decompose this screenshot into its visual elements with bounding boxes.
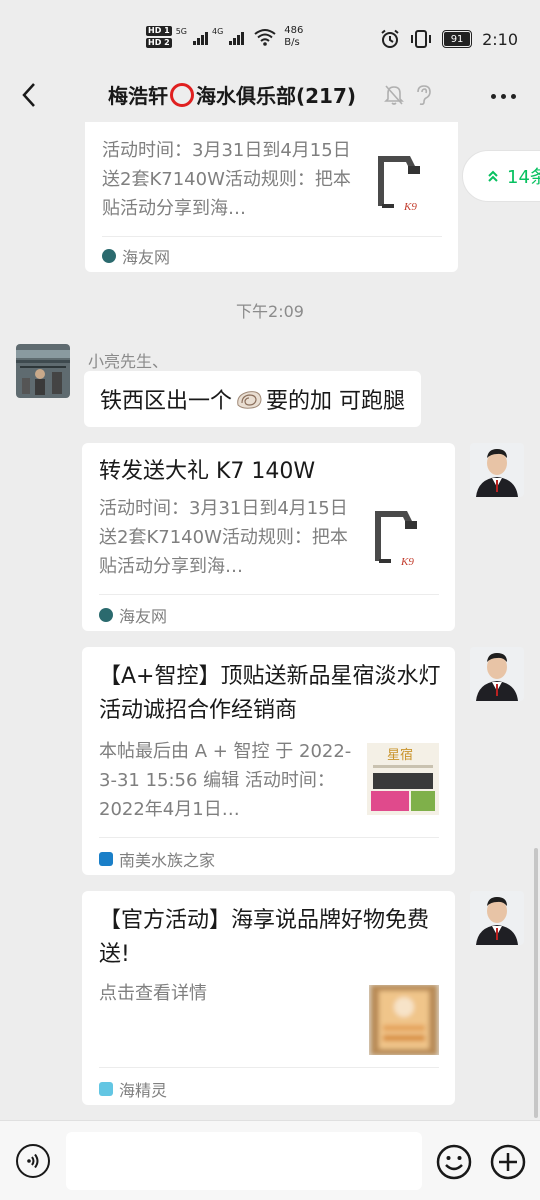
ear-icon bbox=[417, 85, 431, 106]
mute-bell-icon bbox=[384, 85, 404, 105]
link-card-divider bbox=[99, 1067, 439, 1068]
network-speed: 486 B/s bbox=[284, 25, 303, 49]
link-card-source: 海友网 bbox=[102, 244, 170, 268]
blurred-promo-image bbox=[369, 985, 439, 1055]
man-in-suit-avatar-image bbox=[470, 443, 524, 497]
gym-avatar-image bbox=[16, 344, 70, 398]
unread-messages-pill[interactable]: 14条 bbox=[462, 150, 540, 202]
status-bar: HD 1 HD 2 5G 4G 486 B/s 91 2:10 bbox=[0, 0, 540, 68]
haijingling-logo-icon bbox=[99, 1082, 113, 1096]
spiral-shell-emoji-icon bbox=[237, 391, 262, 409]
hd-indicators: HD 1 HD 2 bbox=[146, 26, 172, 48]
aquarium-light-image: K9 bbox=[367, 499, 439, 571]
chat-title-part1: 梅浩轩 bbox=[108, 84, 168, 108]
text-message-part1: 铁西区出一个 bbox=[100, 389, 233, 414]
link-card-source: 海友网 bbox=[99, 603, 167, 627]
link-card-divider bbox=[99, 837, 439, 838]
nanmei-logo-icon bbox=[99, 852, 113, 866]
haiyou-logo-icon bbox=[99, 608, 113, 622]
link-card-source-label: 海精灵 bbox=[119, 1081, 168, 1100]
link-card-desc: 活动时间：3月31日到4月15日送2套K7140W活动规则：把本贴活动分享到海… bbox=[99, 498, 348, 577]
plus-icon bbox=[490, 1144, 526, 1180]
link-card-desc: 本帖最后由 A + 智控 于 2022-3-31 15:56 编辑 活动时间：2… bbox=[99, 741, 352, 820]
haiyou-logo-icon bbox=[102, 249, 116, 263]
link-card-thumbnail: 星宿 bbox=[367, 743, 439, 815]
more-dot bbox=[510, 93, 516, 99]
svg-text:K9: K9 bbox=[400, 556, 414, 568]
link-card-thumbnail: K9 bbox=[367, 499, 439, 571]
link-card-0[interactable]: 活动时间：3月31日到4月15日送2套K7140W活动规则：把本贴活动分享到海…… bbox=[85, 122, 458, 272]
wifi-icon bbox=[254, 29, 276, 46]
message-text-input[interactable] bbox=[66, 1132, 422, 1190]
self-avatar[interactable] bbox=[470, 647, 524, 701]
link-card-3[interactable]: 【官方活动】海享说品牌好物免费送! 点击查看详情 海精灵 bbox=[82, 891, 455, 1105]
battery-level: 91 bbox=[444, 32, 471, 46]
more-button[interactable] bbox=[488, 82, 518, 110]
man-in-suit-avatar-image bbox=[470, 891, 524, 945]
self-avatar[interactable] bbox=[470, 891, 524, 945]
link-card-desc: 点击查看详情 bbox=[99, 983, 207, 1004]
header-status-icons bbox=[384, 84, 432, 106]
text-message-part2: 要的加 可跑腿 bbox=[266, 389, 406, 414]
emoji-icon bbox=[436, 1144, 472, 1180]
alarm-icon bbox=[381, 29, 399, 48]
message-input-bar bbox=[0, 1120, 540, 1200]
back-button[interactable] bbox=[16, 80, 42, 110]
battery-icon: 91 bbox=[442, 30, 473, 48]
network-5g-label: 5G bbox=[175, 27, 187, 36]
thumb-text: 星宿 bbox=[387, 747, 413, 763]
link-card-source-label: 海友网 bbox=[119, 607, 168, 626]
link-card-thumbnail: K9 bbox=[370, 144, 442, 216]
sender-name: 小亮先生、 bbox=[88, 352, 169, 371]
chat-title[interactable]: 梅浩轩 海水俱乐部(217) bbox=[108, 80, 356, 109]
hd1-badge: HD 1 bbox=[146, 26, 172, 36]
signal-icon bbox=[192, 29, 208, 45]
chat-message-list[interactable]: 活动时间：3月31日到4月15日送2套K7140W活动规则：把本贴活动分享到海…… bbox=[0, 122, 540, 1120]
more-dot bbox=[490, 93, 496, 99]
signal-icon-2 bbox=[229, 29, 245, 45]
hd2-badge: HD 2 bbox=[146, 38, 172, 48]
speed-unit: B/s bbox=[284, 37, 300, 48]
link-card-source-label: 海友网 bbox=[122, 248, 171, 267]
link-card-source-label: 南美水族之家 bbox=[119, 851, 216, 870]
chat-scrollbar[interactable] bbox=[534, 848, 538, 1118]
link-card-source: 南美水族之家 bbox=[99, 847, 215, 871]
link-card-1[interactable]: 转发送大礼 K7 140W 活动时间：3月31日到4月15日送2套K7140W活… bbox=[82, 443, 455, 631]
link-card-title: 转发送大礼 K7 140W bbox=[99, 459, 316, 484]
link-card-title: 【官方活动】海享说品牌好物免费送! bbox=[99, 908, 430, 967]
svg-text:K9: K9 bbox=[403, 201, 417, 213]
back-arrow-icon bbox=[22, 83, 35, 107]
more-dot bbox=[500, 93, 506, 99]
status-left: HD 1 HD 2 5G 4G 486 B/s bbox=[146, 25, 303, 49]
link-card-title: 【A+智控】顶贴送新品星宿淡水灯活动诚招合作经销商 bbox=[99, 664, 441, 723]
xingsu-lamp-ad-image: 星宿 bbox=[367, 743, 439, 815]
unread-count-label: 14条 bbox=[507, 167, 540, 188]
link-card-2[interactable]: 【A+智控】顶贴送新品星宿淡水灯活动诚招合作经销商 本帖最后由 A + 智控 于… bbox=[82, 647, 455, 875]
double-chevron-up-icon bbox=[488, 170, 498, 182]
voice-icon bbox=[27, 1153, 39, 1169]
link-card-thumbnail bbox=[369, 985, 439, 1055]
message-timestamp: 下午2:09 bbox=[236, 302, 304, 321]
status-clock: 2:10 bbox=[482, 29, 518, 49]
chat-header: 梅浩轩 海水俱乐部(217) bbox=[0, 68, 540, 122]
network-4g-label: 4G bbox=[211, 27, 224, 36]
link-card-divider bbox=[102, 236, 442, 237]
red-circle-emoji-icon bbox=[170, 82, 194, 107]
emoji-button[interactable] bbox=[436, 1144, 472, 1180]
link-card-desc: 活动时间：3月31日到4月15日送2套K7140W活动规则：把本贴活动分享到海… bbox=[102, 140, 351, 219]
text-message-bubble[interactable]: 铁西区出一个 要的加 可跑腿 bbox=[84, 371, 422, 427]
self-avatar[interactable] bbox=[470, 443, 524, 497]
speed-value: 486 bbox=[284, 25, 304, 36]
man-in-suit-avatar-image bbox=[470, 647, 524, 701]
chat-title-part2: 海水俱乐部(217) bbox=[196, 84, 357, 108]
voice-button[interactable] bbox=[16, 1144, 50, 1178]
plus-button[interactable] bbox=[490, 1144, 526, 1180]
sender-avatar[interactable] bbox=[16, 344, 70, 398]
link-card-source: 海精灵 bbox=[99, 1077, 167, 1101]
link-card-divider bbox=[99, 594, 439, 595]
status-right: 91 2:10 bbox=[380, 29, 518, 49]
vibrate-icon bbox=[411, 30, 432, 48]
aquarium-light-image: K9 bbox=[370, 144, 442, 216]
